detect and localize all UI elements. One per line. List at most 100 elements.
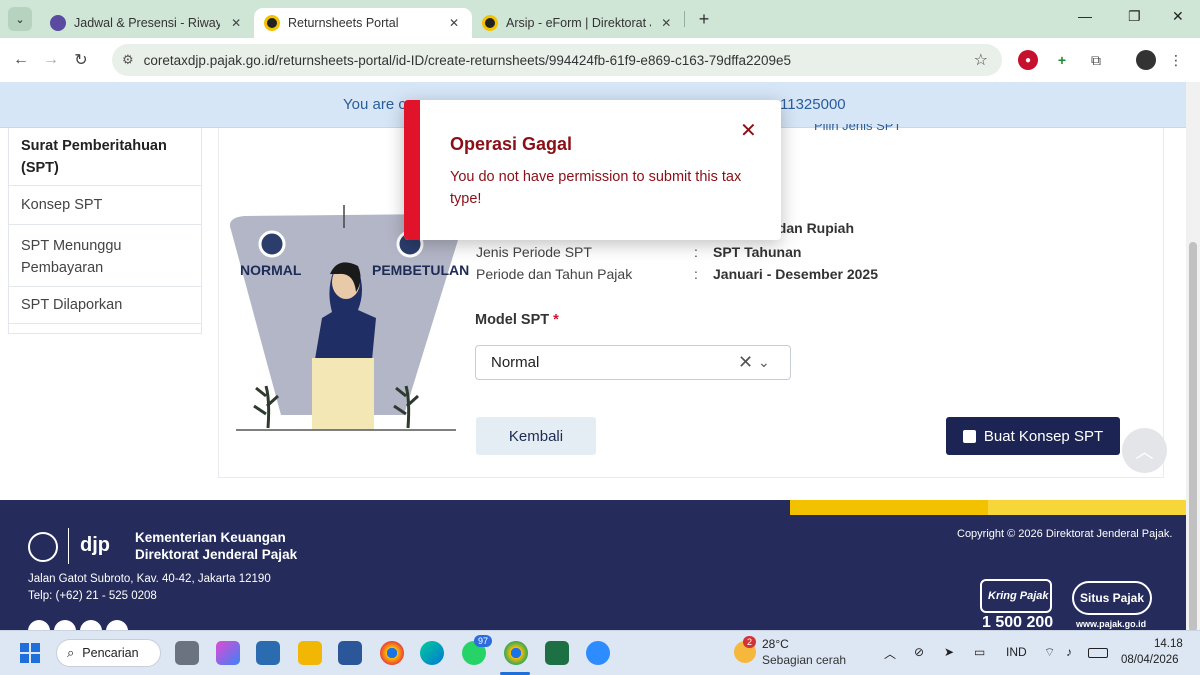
language-indicator[interactable]: IND <box>1006 645 1027 659</box>
footer-copyright: Copyright © 2026 Direktorat Jenderal Paj… <box>957 528 1173 540</box>
task-view-icon[interactable] <box>175 641 199 665</box>
save-icon <box>962 429 976 443</box>
sidebar-item-spt-menunggu-pembayaran[interactable]: SPT Menunggu Pembayaran <box>9 225 159 286</box>
tray-send-icon[interactable]: ➤ <box>944 645 954 659</box>
file-explorer-icon[interactable] <box>298 641 322 665</box>
tab-separator <box>684 11 685 27</box>
favicon-icon <box>50 15 66 31</box>
extension-plus-icon[interactable]: + <box>1052 50 1072 70</box>
window-close-icon[interactable]: ✕ <box>1172 8 1184 25</box>
spt-sidebar: Surat Pemberitahuan (SPT) Konsep SPT SPT… <box>8 128 202 334</box>
profile-avatar[interactable] <box>1136 50 1156 70</box>
scrollbar-thumb[interactable] <box>1189 242 1197 632</box>
maximize-icon[interactable]: ❐ <box>1128 8 1141 25</box>
favicon-icon <box>482 15 498 31</box>
required-mark: * <box>553 312 559 328</box>
buat-konsep-spt-label: Buat Konsep SPT <box>983 427 1104 445</box>
page-scrollbar[interactable] <box>1186 82 1200 632</box>
situs-pajak-logo: Situs Pajak <box>1072 581 1152 615</box>
tab-returnsheets[interactable]: Returnsheets Portal ✕ <box>254 8 472 38</box>
footer-stripe-light <box>988 500 1186 515</box>
reload-icon[interactable]: ↻ <box>66 50 96 70</box>
tab-title: Jadwal & Presensi - Riwayat da <box>74 16 221 30</box>
youtube-icon <box>80 620 102 630</box>
tray-app-icon[interactable]: ⊘ <box>914 645 924 659</box>
chevron-down-icon[interactable]: ⌄ <box>758 354 770 371</box>
label-jenis-periode: Jenis Periode SPT <box>476 244 592 260</box>
address-bar[interactable]: ⚙ coretaxdjp.pajak.go.id/returnsheets-po… <box>112 44 1002 76</box>
sidebar-item-konsep-spt[interactable]: Konsep SPT <box>9 186 201 225</box>
new-tab-button[interactable]: + <box>691 9 717 30</box>
copilot-icon[interactable] <box>216 641 240 665</box>
footer-phone: Telp: (+62) 21 - 525 0208 <box>28 590 157 602</box>
wifi-icon[interactable]: ⌔ <box>1044 645 1055 660</box>
tab-search-button[interactable]: ⌄ <box>8 7 32 31</box>
site-info-icon[interactable]: ⚙ <box>122 52 134 68</box>
djp-logo: djp <box>80 534 110 556</box>
label-periode-tahun: Periode dan Tahun Pajak <box>476 266 633 282</box>
back-arrow-icon[interactable]: ← <box>6 51 36 69</box>
url-text: coretaxdjp.pajak.go.id/returnsheets-port… <box>143 52 792 68</box>
edge-icon[interactable] <box>420 641 444 665</box>
browser-toolbar: ← → ↻ ⚙ coretaxdjp.pajak.go.id/returnshe… <box>0 38 1200 82</box>
clock-time[interactable]: 14.18 <box>1154 638 1183 650</box>
weather-badge: 2 <box>743 636 757 648</box>
tray-chevron-up-icon[interactable]: ︿ <box>884 645 896 662</box>
excel-icon[interactable] <box>545 641 569 665</box>
error-modal: Operasi Gagal You do not have permission… <box>404 100 781 240</box>
plant-icon <box>253 385 280 429</box>
facebook-icon <box>28 620 50 630</box>
close-icon[interactable]: ✕ <box>740 118 757 143</box>
clear-icon[interactable]: ✕ <box>738 352 753 373</box>
footer-org-line2: Direktorat Jenderal Pajak <box>135 547 298 562</box>
extensions-puzzle-icon[interactable]: ⧉ <box>1086 50 1106 70</box>
illustration-label-pembetulan: PEMBETULAN <box>372 262 470 278</box>
partial-value-text: adan Rupiah <box>770 220 855 236</box>
kembali-button[interactable]: Kembali <box>476 417 596 455</box>
colon-separator: : <box>694 266 698 282</box>
value-periode-tahun: Januari - Desember 2025 <box>713 266 878 282</box>
buat-konsep-spt-button[interactable]: Buat Konsep SPT <box>946 417 1120 455</box>
close-icon[interactable]: ✕ <box>446 16 462 30</box>
browser-menu-icon[interactable]: ⋮ <box>1166 50 1186 70</box>
minimize-icon[interactable]: — <box>1078 8 1092 24</box>
extension-red-icon[interactable]: ● <box>1018 50 1038 70</box>
close-icon[interactable]: ✕ <box>659 16 674 30</box>
chrome-icon[interactable] <box>380 641 404 665</box>
battery-icon[interactable] <box>1088 648 1108 658</box>
windows-start-icon[interactable] <box>20 643 40 663</box>
tab-title: Returnsheets Portal <box>288 16 399 30</box>
error-accent-bar <box>404 100 420 240</box>
favicon-icon <box>264 15 280 31</box>
store-icon[interactable] <box>256 641 280 665</box>
error-modal-title: Operasi Gagal <box>450 134 573 154</box>
tab-jadwal[interactable]: Jadwal & Presensi - Riwayat da ✕ <box>40 8 254 38</box>
model-spt-label-text: Model SPT <box>475 312 550 328</box>
scroll-to-top-button[interactable]: ︿ <box>1122 428 1167 473</box>
taskbar-search[interactable]: ⌕ Pencarian <box>56 639 161 667</box>
windows-taskbar: ⌕ Pencarian 97 2 28°C Sebagian cerah ︿ ⊘… <box>0 630 1200 675</box>
word-icon[interactable] <box>338 641 362 665</box>
tray-display-icon[interactable]: ▭ <box>974 645 985 659</box>
instagram-icon <box>106 620 128 630</box>
clock-date[interactable]: 08/04/2026 <box>1121 654 1179 666</box>
tab-arsip[interactable]: Arsip - eForm | Direktorat Jende ✕ <box>472 8 684 38</box>
bookmark-star-icon[interactable]: ☆ <box>974 50 988 70</box>
tab-title: Arsip - eForm | Direktorat Jende <box>506 16 651 30</box>
model-spt-select[interactable]: Normal ✕ ⌄ <box>475 345 791 380</box>
close-icon[interactable]: ✕ <box>228 16 244 30</box>
chrome-active-icon[interactable] <box>504 641 528 665</box>
sidebar-item-spt-dilaporkan[interactable]: SPT Dilaporkan <box>9 287 201 324</box>
weather-description: Sebagian cerah <box>762 653 847 667</box>
model-spt-label: Model SPT * <box>475 312 559 328</box>
colon-separator: : <box>694 244 698 260</box>
error-modal-message: You do not have permission to submit thi… <box>450 169 742 207</box>
zoom-icon[interactable] <box>586 641 610 665</box>
volume-icon[interactable]: ♪ <box>1066 645 1072 659</box>
situs-pajak-url: www.pajak.go.id <box>1076 619 1147 629</box>
social-icons[interactable] <box>28 620 128 630</box>
illustration-label-normal: NORMAL <box>240 262 302 278</box>
footer-stripe-dark <box>790 500 988 515</box>
forward-arrow-icon[interactable]: → <box>36 51 66 69</box>
chevron-up-icon: ︿ <box>1135 441 1154 462</box>
